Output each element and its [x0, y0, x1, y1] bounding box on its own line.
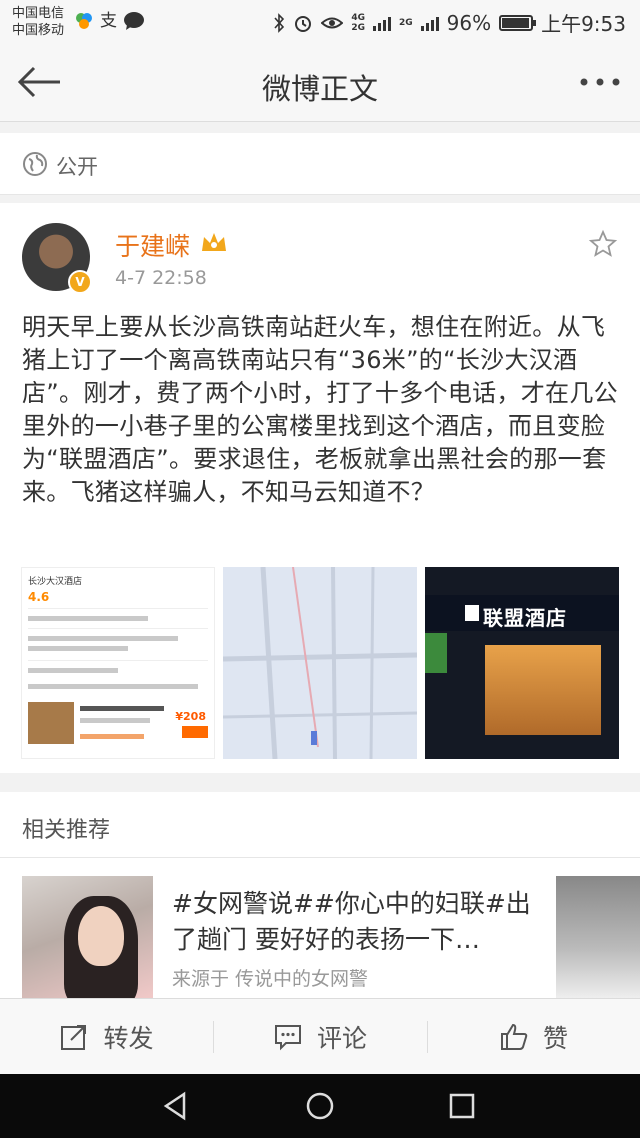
hotel-lobby — [485, 645, 601, 735]
verified-icon: V — [68, 270, 92, 294]
listing-title: 长沙大汉酒店 — [28, 577, 83, 587]
listing-score: 4.6 — [28, 590, 50, 604]
listing-text-line — [80, 734, 144, 739]
action-bar: 转发 评论 赞 — [0, 998, 640, 1074]
listing-text-line — [28, 684, 198, 689]
image-map[interactable] — [223, 567, 417, 759]
listing-text-line — [28, 616, 148, 621]
repost-button[interactable]: 转发 — [0, 999, 213, 1075]
listing-text-line — [28, 646, 128, 651]
repost-icon — [61, 1025, 87, 1050]
network-type-3: 2G — [398, 17, 413, 28]
globe-icon — [23, 152, 47, 176]
post-images: 长沙大汉酒店 4.6 ¥208 联盟酒店 — [21, 567, 621, 759]
post-time: 4-7 22:58 — [115, 267, 207, 289]
listing-text-line — [28, 636, 178, 641]
post-card: V 于建嵘 4-7 22:58 明天早上要从长沙高铁南站赶火车，想住在附近。从飞… — [0, 203, 640, 773]
listing-divider — [28, 628, 208, 629]
hotel-sign-text: 联盟酒店 — [483, 606, 567, 630]
alarm-icon — [295, 15, 312, 32]
app-notification-icon — [76, 13, 92, 29]
listing-divider — [28, 608, 208, 609]
status-bar: 中国电信 中国移动 支 4G 2G 2G 96% 上午9:53 — [0, 0, 640, 44]
listing-text-line — [80, 706, 164, 711]
related-image — [22, 876, 153, 998]
bluetooth-icon — [274, 12, 285, 33]
battery-icon — [499, 14, 537, 31]
visibility-row: 公开 — [0, 133, 640, 195]
comment-button[interactable]: 评论 — [213, 999, 427, 1075]
author-name[interactable]: 于建嵘 — [115, 227, 190, 263]
alipay-icon: 支 — [100, 11, 117, 31]
post-text: 明天早上要从长沙高铁南站赶火车，想住在附近。从飞猪上订了一个离高铁南站只有“36… — [22, 313, 618, 506]
related-item[interactable]: #女网警说##你心中的妇联#出了趟门 要好好的表扬一下… 来源于 传说中的女网警 — [0, 858, 640, 998]
listing-divider — [28, 660, 208, 661]
listing-room-image — [28, 702, 74, 744]
system-nav-bar — [0, 1074, 640, 1138]
nav-home-icon[interactable] — [304, 1090, 336, 1122]
listing-price: ¥208 — [175, 710, 206, 723]
network-type-stack: 4G 2G — [351, 13, 365, 33]
like-label: 赞 — [542, 1024, 568, 1053]
nav-recents-icon[interactable] — [446, 1090, 478, 1122]
listing-book-button — [182, 726, 208, 738]
signal-icon-2 — [420, 15, 439, 31]
eye-icon — [321, 17, 344, 28]
related-header: 相关推荐 — [0, 792, 640, 858]
map-drawing — [223, 567, 417, 759]
network-type-2: 2G — [351, 22, 365, 33]
image-hotel-listing[interactable]: 长沙大汉酒店 4.6 ¥208 — [21, 567, 215, 759]
battery-fill — [502, 17, 529, 28]
more-dots-icon[interactable] — [578, 72, 622, 92]
thumbs-up-icon — [500, 1023, 528, 1050]
green-sign — [425, 633, 447, 673]
related-item-title: #女网警说##你心中的妇联#出了趟门 要好好的表扬一下… — [172, 889, 531, 954]
title-bar: 微博正文 — [0, 44, 640, 122]
nav-back-icon[interactable] — [160, 1090, 192, 1122]
like-button[interactable]: 赞 — [427, 999, 640, 1075]
image-hotel-sign[interactable]: 联盟酒店 — [425, 567, 619, 759]
repost-label: 转发 — [103, 1024, 154, 1053]
listing-text-line — [28, 668, 118, 673]
related-image-2 — [556, 876, 640, 998]
hotel-sign-mark — [465, 605, 479, 621]
network-type-1: 4G — [351, 12, 365, 23]
notification-icons: 支 — [74, 10, 145, 32]
clock: 上午9:53 — [541, 12, 626, 36]
signal-icon-1 — [372, 15, 391, 31]
carrier-info: 中国电信 中国移动 — [12, 5, 64, 39]
comment-icon — [274, 1025, 301, 1051]
related-item-source: 来源于 传说中的女网警 — [172, 968, 369, 990]
page-title: 微博正文 — [261, 72, 378, 106]
related-image-face — [78, 906, 124, 966]
carrier-1: 中国电信 — [12, 6, 65, 21]
related-title: 相关推荐 — [22, 818, 111, 843]
chat-bubble-icon — [124, 12, 144, 30]
carrier-2: 中国移动 — [12, 23, 65, 38]
vip-crown-icon[interactable] — [200, 229, 228, 255]
comment-label: 评论 — [316, 1024, 367, 1053]
visibility-label: 公开 — [56, 155, 98, 179]
star-icon[interactable] — [588, 229, 618, 259]
system-indicators: 4G 2G 2G 96% 上午9:53 — [273, 8, 626, 37]
listing-text-line — [80, 718, 150, 723]
battery-percent: 96% — [446, 10, 492, 35]
